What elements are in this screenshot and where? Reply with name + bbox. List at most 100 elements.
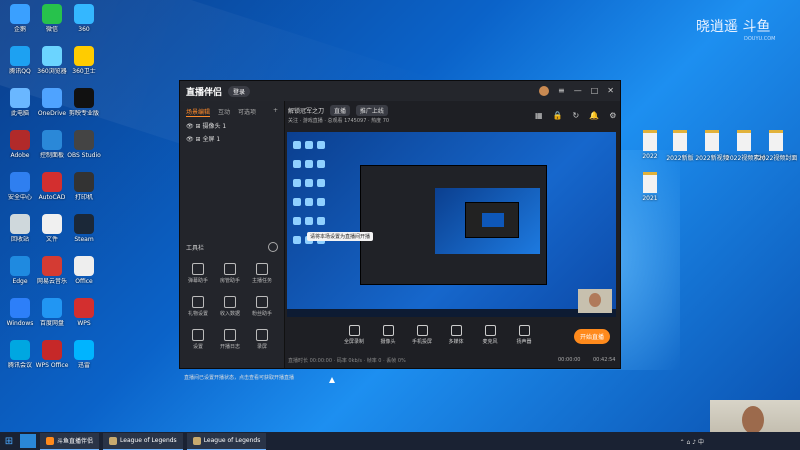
tool-gift-settings[interactable]: 礼物设置	[184, 296, 212, 317]
desktop-file[interactable]: 2022视频封面	[758, 130, 798, 162]
tool-icon	[256, 329, 268, 341]
fullscreen-record-button[interactable]: 全屏录制	[342, 325, 366, 345]
desktop-icon[interactable]: WPS	[66, 298, 102, 327]
taskbar-item[interactable]: League of Legends	[186, 432, 267, 450]
desktop-file[interactable]: 2022新版	[662, 130, 698, 162]
app-icon	[42, 46, 62, 66]
tool-income[interactable]: 收入数据	[216, 296, 244, 317]
desktop-icon[interactable]: 百度网盘	[34, 298, 70, 327]
desktop-icon[interactable]: 360卫士	[66, 46, 102, 75]
tab-interaction[interactable]: 互动	[218, 107, 230, 117]
tool-fans[interactable]: 粉丝助手	[248, 296, 276, 317]
file-icon	[769, 130, 783, 151]
desktop-icon[interactable]: 文件	[34, 214, 70, 243]
phone-cast-button[interactable]: 手机投屏	[410, 325, 434, 345]
room-title[interactable]: 解锁冠军之刀	[288, 108, 324, 115]
gear-icon[interactable]	[268, 242, 278, 252]
desktop-icon[interactable]: 此电脑	[2, 88, 38, 117]
desktop-file[interactable]: 2022视频素材	[726, 130, 765, 162]
tool-settings[interactable]: 设置	[184, 329, 212, 350]
windows-start-icon[interactable]: ⊞	[0, 432, 18, 450]
app-icon	[42, 214, 62, 234]
tool-live-log[interactable]: 开播日志	[216, 329, 244, 350]
system-tray[interactable]: ⌃ ⌂ ♪ 中	[680, 437, 704, 446]
desktop-icon[interactable]: 控制面板	[34, 130, 70, 159]
desktop-icon[interactable]: 安全中心	[2, 172, 38, 201]
layout-icon[interactable]: ▦	[535, 111, 543, 120]
tool-barrage[interactable]: 弹幕助手	[184, 263, 212, 284]
room-chip[interactable]: 直播	[329, 105, 350, 116]
tool-record[interactable]: 录屏	[248, 329, 276, 350]
desktop-icon[interactable]: AutoCAD	[34, 172, 70, 201]
desktop-icon[interactable]: OBS Studio	[66, 130, 102, 159]
tool-label: 弹幕助手	[187, 278, 208, 284]
app-icon	[74, 214, 94, 234]
window-controls: ≡ — □ ✕	[539, 86, 614, 96]
desktop-icon[interactable]: 360浏览器	[34, 46, 70, 75]
desktop-icon[interactable]: 企鹅	[2, 4, 38, 33]
promote-button[interactable]: 推广上线	[355, 105, 388, 116]
app-icon	[74, 46, 94, 66]
settings-icon[interactable]: ⚙	[609, 111, 616, 120]
desktop-file[interactable]: 2021	[632, 172, 668, 202]
tool-host-task[interactable]: 主播任务	[248, 263, 276, 284]
menu-icon[interactable]: ≡	[558, 86, 565, 96]
taskbar-item[interactable]: 斗鱼直播伴侣	[40, 432, 100, 450]
desktop-icon[interactable]: Adobe	[2, 130, 38, 159]
camera-button[interactable]: 摄像头	[376, 325, 400, 345]
login-button[interactable]: 登录	[228, 85, 251, 97]
maximize-icon[interactable]: □	[591, 86, 599, 96]
app-icon	[74, 340, 94, 360]
mic-button[interactable]: 麦克风	[478, 325, 502, 345]
tool-label: 多媒体	[448, 339, 464, 345]
desktop-icon[interactable]: 腾讯会议	[2, 340, 38, 369]
desktop-icon[interactable]: 回收站	[2, 214, 38, 243]
scene-item[interactable]: 👁 ⊞ 全屏 1	[180, 130, 284, 143]
top-toolbar: ▦ 🔒 ↻ 🔔 ⚙	[535, 111, 616, 120]
file-icon	[643, 172, 657, 193]
desktop-icon[interactable]: WPS Office	[34, 340, 70, 369]
recursive-preview-screen-2	[482, 213, 504, 227]
scene-item[interactable]: 👁 ⊞ 摄像头 1	[180, 117, 284, 130]
close-icon[interactable]: ✕	[607, 86, 614, 96]
lock-icon[interactable]: 🔒	[553, 111, 563, 120]
desktop-icon[interactable]: Edge	[2, 256, 38, 285]
avatar[interactable]	[539, 86, 550, 96]
desktop-icon[interactable]: 打印机	[66, 172, 102, 201]
refresh-icon[interactable]: ↻	[573, 111, 580, 120]
desktop-file-label: 2022新视频	[695, 155, 729, 162]
notice-bar[interactable]: 直播间已设置开播状态，点击查看可获取开播直播	[184, 374, 294, 381]
speaker-button[interactable]: 扬声器	[512, 325, 536, 345]
file-icon	[737, 130, 751, 151]
tool-label: 房管助手	[219, 278, 240, 284]
desktop-icon[interactable]: Steam	[66, 214, 102, 243]
desktop-file[interactable]: 2022新视频	[694, 130, 730, 162]
desktop-icon-label: 网易云音乐	[36, 278, 67, 285]
desktop-icon[interactable]: 迅雷	[66, 340, 102, 369]
desktop-icon[interactable]: 剪映专业版	[66, 88, 102, 117]
desktop-icon[interactable]: 腾讯QQ	[2, 46, 38, 75]
taskbar-item[interactable]: League of Legends	[103, 432, 183, 450]
desktop-icon[interactable]: OneDrive	[34, 88, 70, 117]
desktop-icon[interactable]: Office	[66, 256, 102, 285]
add-scene-icon[interactable]: +	[273, 107, 278, 117]
desktop-file-label: 2022视频封面	[758, 155, 798, 162]
desktop-icon[interactable]: 微信	[34, 4, 70, 33]
tab-options[interactable]: 可选项	[238, 107, 256, 117]
app-icon	[74, 256, 94, 276]
stream-preview[interactable]	[287, 132, 616, 317]
media-button[interactable]: 多媒体	[444, 325, 468, 345]
desktop-icon[interactable]: 360	[66, 4, 102, 33]
desktop-icon[interactable]: 网易云音乐	[34, 256, 70, 285]
microphone-icon	[484, 325, 496, 336]
desktop-icon-label: 360卫士	[72, 68, 96, 75]
task-view-icon[interactable]	[20, 434, 36, 448]
bell-icon[interactable]: 🔔	[589, 111, 599, 120]
tab-scene-edit[interactable]: 场景编辑	[186, 107, 211, 117]
tool-room-admin[interactable]: 房管助手	[216, 263, 244, 284]
go-live-button[interactable]: 开始直播	[574, 329, 611, 344]
scene-item-label: 全屏 1	[202, 136, 221, 143]
desktop-icon[interactable]: Windows	[2, 298, 38, 327]
tool-label: 扬声器	[516, 339, 532, 345]
minimize-icon[interactable]: —	[574, 86, 582, 96]
